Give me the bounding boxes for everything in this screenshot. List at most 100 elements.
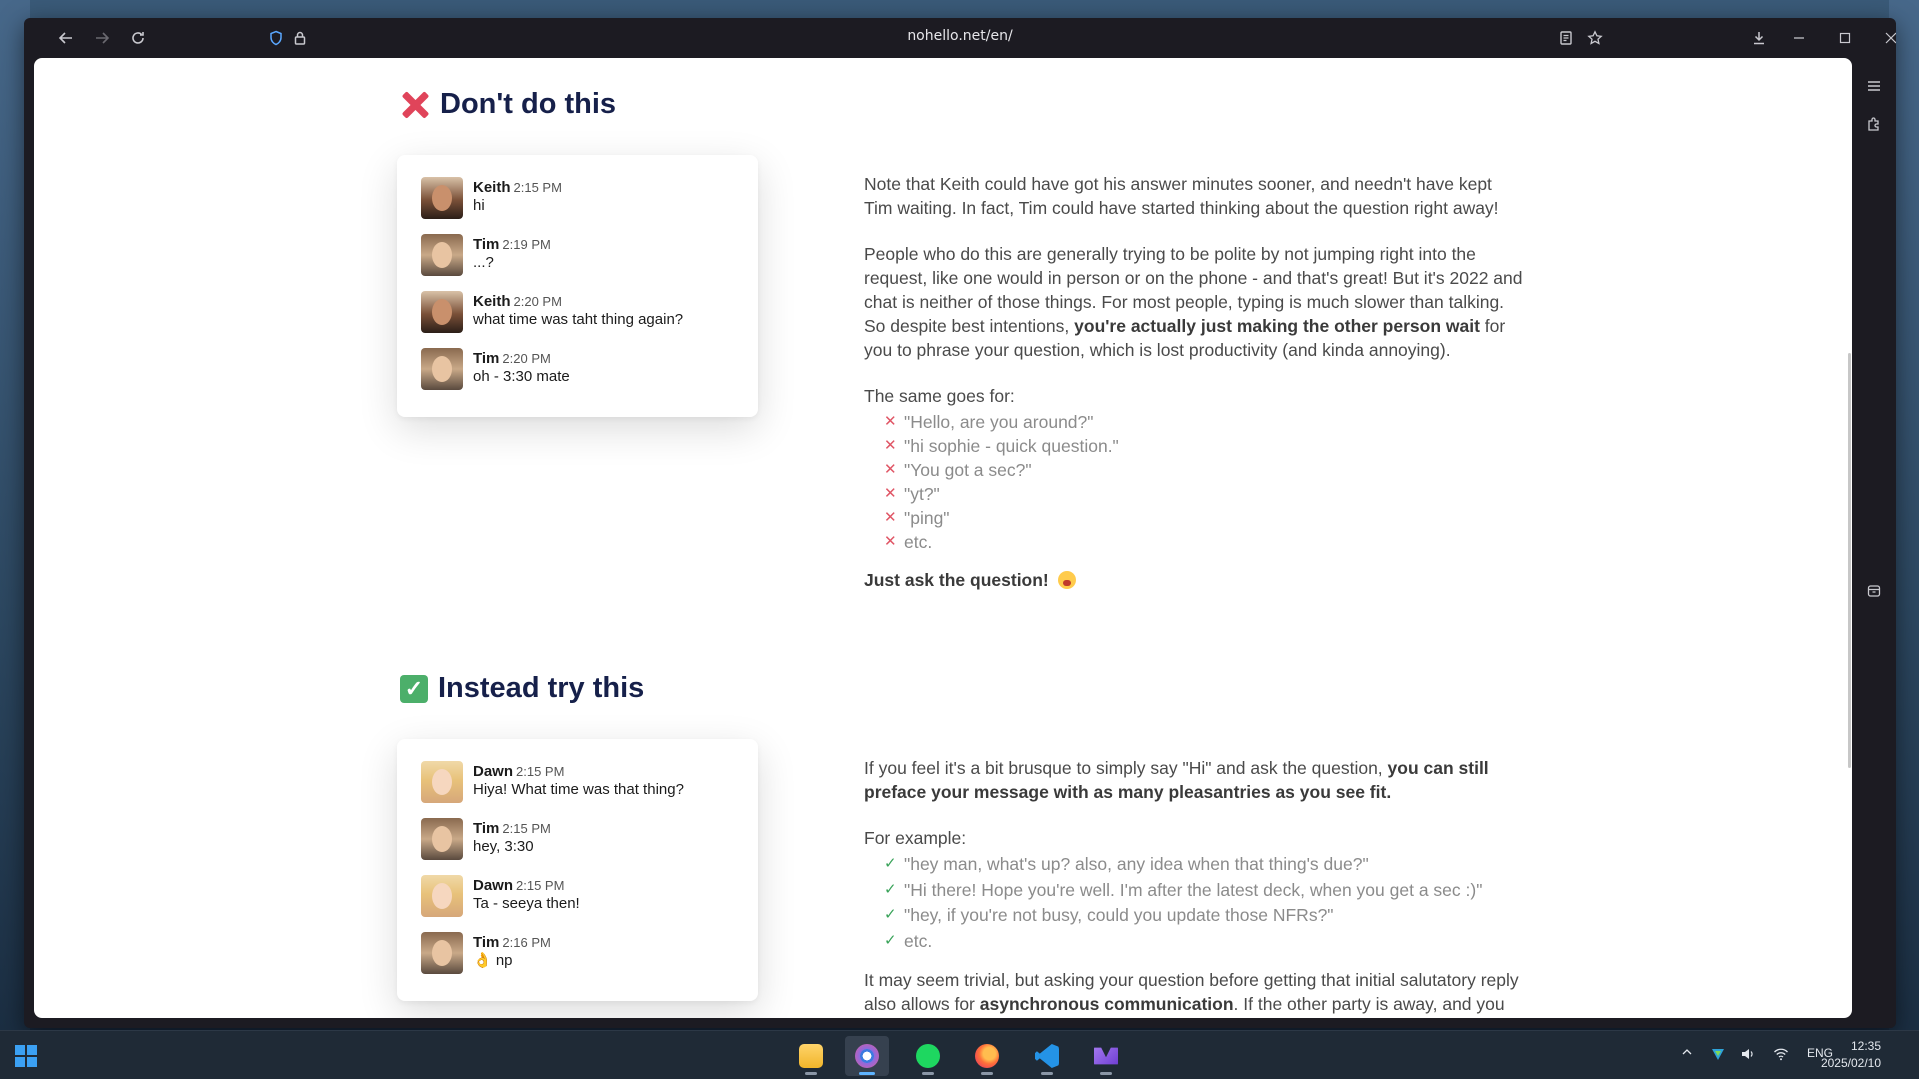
taskbar-app-chrome[interactable] — [845, 1036, 889, 1076]
arrow-left-icon — [58, 32, 72, 44]
list-item: ✓ etc. — [864, 929, 1524, 955]
list-item-text: "ping" — [904, 508, 950, 528]
good-chat-example: Dawn 2:15 PM Hiya! What time was that thi… — [397, 739, 758, 1001]
message-author: Tim — [473, 350, 500, 367]
taskbar-app-file-explorer[interactable] — [789, 1036, 833, 1076]
avatar — [421, 875, 463, 917]
taskbar-app-vscode[interactable] — [1025, 1036, 1069, 1076]
maximize-icon — [1839, 32, 1851, 44]
explanation-paragraph: It may seem trivial, but asking your que… — [864, 968, 1524, 1018]
vpn-tray-button[interactable] — [1710, 1046, 1726, 1065]
list-item-text: "yt?" — [904, 484, 940, 504]
back-button[interactable] — [54, 26, 78, 50]
cross-icon: ✕ — [884, 509, 897, 526]
cross-icon: ✕ — [884, 437, 897, 454]
firefox-icon — [975, 1044, 999, 1068]
start-button[interactable] — [15, 1045, 37, 1067]
bookmark-button[interactable] — [1583, 26, 1607, 50]
taskbar-app-obsidian[interactable] — [1084, 1036, 1128, 1076]
minimize-button[interactable] — [1787, 26, 1811, 50]
list-item-text: "hey, if you're not busy, could you upda… — [904, 905, 1334, 925]
list-item: ✕ "Hello, are you around?" — [864, 410, 1524, 434]
just-ask-line: Just ask the question! — [864, 568, 1524, 592]
list-item: ✕ etc. — [864, 530, 1524, 554]
wifi-button[interactable] — [1773, 1046, 1789, 1065]
explanation-paragraph: People who do this are generally trying … — [864, 242, 1524, 362]
message-time: 2:16 PM — [502, 935, 551, 950]
message-text: 👌 np — [473, 952, 513, 969]
taskbar-app-firefox[interactable] — [965, 1036, 1009, 1076]
checkmark-icon: ✓ — [884, 906, 897, 923]
chevron-up-icon — [1682, 1049, 1692, 1055]
message-author: Dawn — [473, 763, 514, 780]
chat-message: Tim 2:19 PM ...? — [421, 234, 734, 291]
cross-icon: ✕ — [884, 485, 897, 502]
list-item: ✓ "hey, if you're not busy, could you upd… — [864, 903, 1524, 929]
wifi-icon — [1774, 1048, 1788, 1061]
page-viewport[interactable]: Don't do this Keith 2:15 PM hi Tim 2:19 PM… — [34, 58, 1852, 1018]
reader-icon — [1560, 31, 1572, 45]
vpn-icon — [1712, 1049, 1724, 1060]
just-ask-text: Just ask the question! — [864, 570, 1049, 590]
message-time: 2:20 PM — [513, 294, 562, 309]
taskbar: ENG 12:35 2025/02/10 — [0, 1030, 1919, 1079]
site-info-button[interactable] — [288, 26, 312, 50]
list-item: ✕ "yt?" — [864, 482, 1524, 506]
for-example-label: For example: — [864, 828, 967, 848]
checkmark-icon: ✓ — [884, 931, 897, 949]
extensions-button[interactable] — [1862, 112, 1886, 136]
folder-icon — [799, 1044, 823, 1068]
message-text: hey, 3:30 — [473, 838, 534, 855]
browser-window: nohello.net/en/ Don't do this Keith 2:15… — [24, 18, 1896, 1028]
show-hidden-icons-button[interactable] — [1681, 1046, 1693, 1061]
lock-icon — [294, 31, 306, 45]
clock-date: 2025/02/10 — [1820, 1056, 1881, 1070]
scrollbar-thumb[interactable] — [1848, 353, 1851, 768]
list-item: ✓ "hey man, what's up? also, any idea whe… — [864, 852, 1524, 878]
forward-button[interactable] — [90, 26, 114, 50]
spotify-icon — [916, 1044, 940, 1068]
try-explanation: If you feel it's a bit brusque to simply… — [864, 756, 1524, 1018]
message-author: Tim — [473, 934, 500, 951]
clock-time: 12:35 — [1850, 1039, 1881, 1053]
downloads-button[interactable] — [1747, 26, 1771, 50]
clock[interactable]: 12:35 2025/02/10 — [1821, 1038, 1881, 1072]
url-text[interactable]: nohello.net/en/ — [907, 28, 1012, 44]
chat-message: Dawn 2:15 PM Ta - seeya then! — [421, 875, 734, 932]
avatar — [421, 177, 463, 219]
explanation-paragraph: Note that Keith could have got his answe… — [864, 174, 1499, 218]
message-author: Dawn — [473, 877, 514, 894]
list-item-text: "You got a sec?" — [904, 460, 1032, 480]
message-time: 2:15 PM — [513, 180, 562, 195]
instead-try-title: Instead try this — [438, 672, 645, 704]
message-time: 2:15 PM — [516, 764, 565, 779]
message-text: oh - 3:30 mate — [473, 368, 570, 385]
cross-icon: ✕ — [884, 413, 897, 430]
bad-chat-example: Keith 2:15 PM hi Tim 2:19 PM ...? Keith 2:2… — [397, 155, 758, 417]
message-text: Hiya! What time was that thing? — [473, 781, 684, 798]
reader-view-button[interactable] — [1554, 26, 1578, 50]
tired-face-icon — [1057, 571, 1076, 589]
close-icon — [1885, 32, 1896, 44]
maximize-button[interactable] — [1833, 26, 1857, 50]
download-icon — [1754, 32, 1764, 45]
message-text: hi — [473, 197, 485, 214]
message-time: 2:19 PM — [502, 237, 551, 252]
taskbar-app-spotify[interactable] — [906, 1036, 950, 1076]
volume-button[interactable] — [1740, 1046, 1756, 1065]
chrome-icon — [855, 1044, 879, 1068]
list-item-text: "Hi there! Hope you're well. I'm after t… — [904, 879, 1483, 900]
close-window-button[interactable] — [1879, 26, 1896, 50]
archive-icon — [1867, 585, 1881, 597]
reload-button[interactable] — [126, 26, 150, 50]
chat-message: Tim 2:16 PM 👌 np — [421, 932, 734, 989]
instead-try-heading: ✓ Instead try this — [400, 672, 644, 705]
bad-examples-list: ✕ "Hello, are you around?" ✕ "hi sophie - … — [864, 410, 1524, 554]
app-menu-button[interactable] — [1862, 74, 1886, 98]
text-span: If you feel it's a bit brusque to simply… — [864, 758, 1388, 778]
message-text: Ta - seeya then! — [473, 895, 580, 912]
page-scrollbar[interactable] — [1846, 58, 1852, 1018]
pocket-button[interactable] — [1862, 579, 1886, 603]
tracking-protection-button[interactable] — [264, 26, 288, 50]
avatar — [421, 234, 463, 276]
